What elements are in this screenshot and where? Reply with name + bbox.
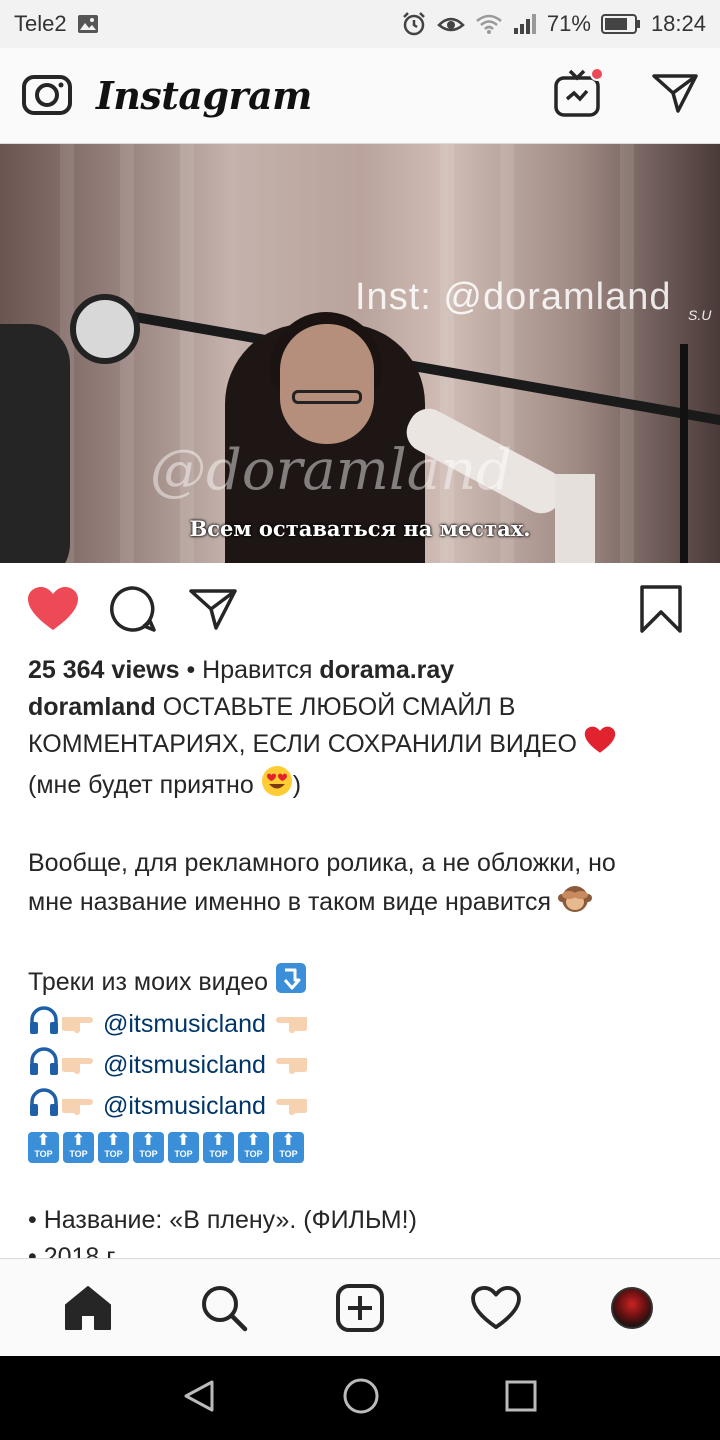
top-arrow-emoji: ⬆ TOP: [203, 1131, 234, 1163]
headphones-emoji: [28, 1087, 60, 1128]
top-emoji-row: ⬆ TOP ⬆ TOP ⬆ TOP ⬆ TOP ⬆ TOP ⬆ TOP ⬆ TOP ⬆ TOP: [28, 1128, 698, 1165]
top-arrow-emoji: ⬆ TOP: [168, 1131, 199, 1163]
system-nav-bar: [0, 1356, 720, 1440]
track-line: @itsmusicland: [28, 1046, 698, 1087]
notification-dot: [590, 67, 604, 81]
see-no-evil-monkey-emoji: [558, 882, 593, 925]
direct-icon[interactable]: [652, 73, 698, 118]
home-icon[interactable]: [56, 1276, 120, 1340]
post-caption: 25 364 views • Нравится dorama.ray doram…: [28, 652, 698, 1276]
post-video[interactable]: Inst: @doramland S.U @doramland Всем ост…: [0, 144, 720, 563]
caption-text: ): [292, 771, 302, 800]
mention-link[interactable]: @itsmusicland: [103, 1051, 266, 1079]
top-arrow-emoji: ⬆ TOP: [63, 1131, 94, 1163]
top-arrow-emoji: ⬆ TOP: [273, 1131, 304, 1163]
bottom-nav: [0, 1258, 720, 1356]
profile-avatar[interactable]: [600, 1276, 664, 1340]
instagram-logo: Instagram: [96, 73, 312, 118]
avatar: [611, 1286, 653, 1329]
pointing-left-emoji: [273, 1048, 309, 1085]
top-arrow-emoji: ⬆ TOP: [98, 1131, 129, 1163]
track-line: @itsmusicland: [28, 1087, 698, 1128]
bookmark-icon[interactable]: [634, 582, 688, 636]
search-icon[interactable]: [192, 1276, 256, 1340]
arrow-down-emoji: [275, 962, 307, 1005]
headphones-emoji: [28, 1046, 60, 1087]
headphones-emoji: [28, 1005, 60, 1046]
battery-icon: [600, 13, 641, 35]
status-bar: Tele2 71% 18:24: [0, 0, 720, 48]
liked-by-username[interactable]: dorama.ray: [319, 656, 454, 684]
top-arrow-emoji: ⬆ TOP: [133, 1131, 164, 1163]
caption-text: ОСТАВЬТЕ ЛЮБОЙ СМАЙЛ В: [155, 693, 516, 721]
wifi-icon: [475, 13, 503, 35]
caption-bullet: • Название: «В плену». (ФИЛЬМ!): [28, 1206, 417, 1234]
caption-text: Вообще, для рекламного ролика, а не обло…: [28, 849, 616, 877]
top-arrow-emoji: ⬆ TOP: [238, 1131, 269, 1163]
alarm-icon: [401, 11, 427, 37]
video-subtitle: Всем оставаться на местах.: [189, 516, 531, 541]
mention-link[interactable]: @itsmusicland: [103, 1092, 266, 1120]
activity-icon[interactable]: [464, 1276, 528, 1340]
track-line: @itsmusicland: [28, 1005, 698, 1046]
stats-line: 25 364 views • Нравится dorama.ray: [28, 652, 698, 689]
caption-username[interactable]: doramland: [28, 693, 156, 721]
caption-text: КОММЕНТАРИЯХ, ЕСЛИ СОХРАНИЛИ ВИДЕО: [28, 730, 577, 759]
add-post-icon[interactable]: [328, 1276, 392, 1340]
eye-icon: [437, 13, 465, 35]
share-icon[interactable]: [186, 582, 240, 636]
recents-icon[interactable]: [504, 1379, 538, 1418]
signal-icon: [513, 13, 537, 35]
caption-text: Треки из моих видео: [28, 968, 269, 997]
pointing-right-emoji: [60, 1007, 96, 1044]
caption-text: мне название именно в таком виде нравитс…: [28, 888, 552, 917]
caption-text: (мне будет приятно: [28, 771, 261, 800]
image-icon: [77, 14, 99, 34]
view-count[interactable]: 25 364 views: [28, 656, 180, 684]
mention-link[interactable]: @itsmusicland: [103, 1010, 266, 1038]
like-heart-icon[interactable]: [26, 582, 80, 636]
heart-eyes-emoji: [261, 765, 293, 808]
post-actions: [0, 563, 720, 655]
battery-percent: 71%: [546, 11, 591, 36]
carrier-label: Tele2: [14, 11, 67, 36]
comment-icon[interactable]: [106, 582, 160, 636]
top-arrow-emoji: ⬆ TOP: [28, 1131, 59, 1163]
pointing-left-emoji: [273, 1007, 309, 1044]
clock: 18:24: [650, 11, 706, 36]
app-header: Instagram: [0, 48, 720, 144]
red-heart-emoji: [584, 726, 616, 765]
igtv-icon[interactable]: [554, 67, 604, 122]
home-circle-icon[interactable]: [342, 1377, 380, 1420]
likes-separator: • Нравится: [179, 656, 320, 684]
watermark-small: S.U: [688, 307, 712, 323]
watermark-center: @doramland: [150, 438, 513, 503]
watermark-top: Inst: @doramland: [355, 276, 672, 318]
camera-icon[interactable]: [22, 71, 72, 120]
pointing-right-emoji: [60, 1048, 96, 1085]
pointing-right-emoji: [60, 1089, 96, 1126]
back-icon[interactable]: [182, 1378, 218, 1419]
pointing-left-emoji: [273, 1089, 309, 1126]
